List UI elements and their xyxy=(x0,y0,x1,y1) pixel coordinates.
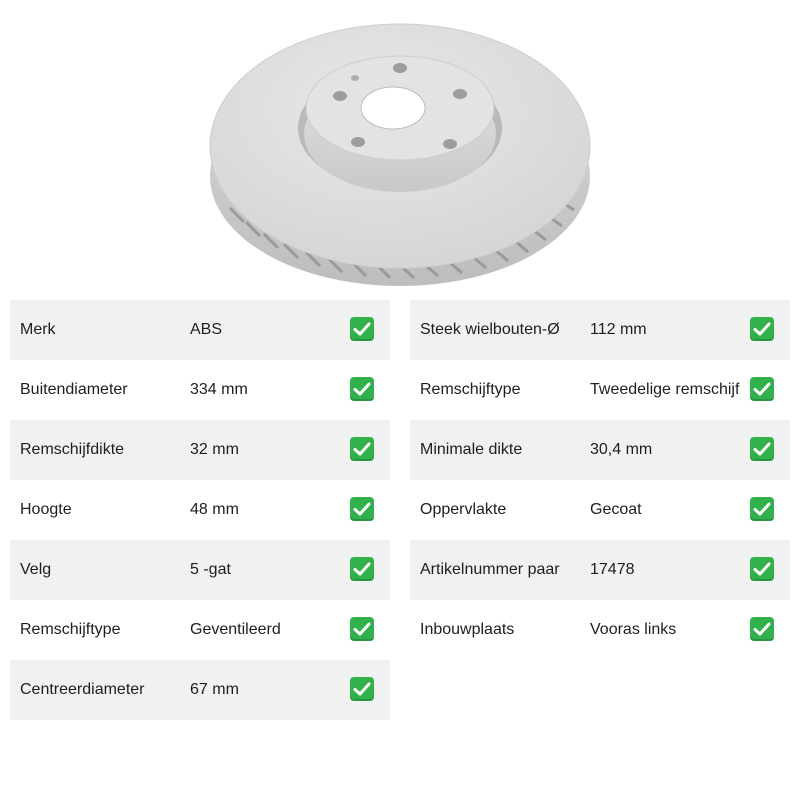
spec-label: Buitendiameter xyxy=(20,381,128,398)
spec-value: 48 mm xyxy=(190,501,239,518)
spec-row: Remschijftype Tweedelige remschijf xyxy=(410,360,790,420)
check-mark-icon xyxy=(750,497,774,521)
spec-label: Inbouwplaats xyxy=(420,621,515,638)
spec-label: Merk xyxy=(20,321,56,338)
spec-value: 112 mm xyxy=(590,321,647,338)
spec-label: Oppervlakte xyxy=(420,501,507,518)
spec-row: Hoogte 48 mm xyxy=(10,480,390,540)
spec-value: 334 mm xyxy=(190,381,248,398)
check-mark-icon xyxy=(750,317,774,341)
spec-value: Geventileerd xyxy=(190,621,281,638)
spec-row: Steek wielbouten-Ø 112 mm xyxy=(410,300,790,360)
spec-row: Artikelnummer paar 17478 xyxy=(410,540,790,600)
spec-value: ABS xyxy=(190,321,223,338)
check-mark-icon xyxy=(350,377,374,401)
check-mark-icon xyxy=(350,677,374,701)
spec-value: 17478 xyxy=(590,561,635,578)
spec-label: Hoogte xyxy=(20,501,72,518)
spec-value: Gecoat xyxy=(590,501,642,518)
spec-label: Remschijftype xyxy=(20,621,121,638)
spec-value: Vooras links xyxy=(590,621,677,638)
check-mark-icon xyxy=(350,497,374,521)
spec-value: 32 mm xyxy=(190,441,239,458)
check-mark-icon xyxy=(350,557,374,581)
spec-row: Remschijfdikte 32 mm xyxy=(10,420,390,480)
spec-row: Inbouwplaats Vooras links xyxy=(410,600,790,660)
spec-value: 5 -gat xyxy=(190,561,231,578)
spec-table-left: Merk ABS Buitendiameter 334 mm Remschijf… xyxy=(10,300,390,720)
check-mark-icon xyxy=(750,437,774,461)
spec-table-right: Steek wielbouten-Ø 112 mm Remschijftype … xyxy=(410,300,790,660)
check-mark-icon xyxy=(350,317,374,341)
spec-row: Minimale dikte 30,4 mm xyxy=(410,420,790,480)
check-mark-icon xyxy=(750,557,774,581)
spec-label: Remschijfdikte xyxy=(20,441,125,458)
spec-value: 67 mm xyxy=(190,681,239,698)
spec-label: Velg xyxy=(20,561,52,578)
check-mark-icon xyxy=(350,437,374,461)
spec-value: 30,4 mm xyxy=(590,441,653,458)
spec-row: Buitendiameter 334 mm xyxy=(10,360,390,420)
spec-value: Tweedelige remschijf xyxy=(590,381,740,398)
check-mark-icon xyxy=(350,617,374,641)
check-mark-icon xyxy=(750,617,774,641)
spec-row: Remschijftype Geventileerd xyxy=(10,600,390,660)
brake-disc-illustration xyxy=(209,23,591,286)
spec-label: Centreerdiameter xyxy=(20,681,145,698)
spec-label: Artikelnummer paar xyxy=(420,561,560,578)
spec-label: Remschijftype xyxy=(420,381,521,398)
spec-label: Steek wielbouten-Ø xyxy=(420,321,560,338)
check-mark-icon xyxy=(750,377,774,401)
spec-row: Centreerdiameter 67 mm xyxy=(10,660,390,720)
spec-row: Merk ABS xyxy=(10,300,390,360)
spec-row: Oppervlakte Gecoat xyxy=(410,480,790,540)
spec-row: Velg 5 -gat xyxy=(10,540,390,600)
spec-label: Minimale dikte xyxy=(420,441,523,458)
brake-disc-image xyxy=(200,8,600,290)
